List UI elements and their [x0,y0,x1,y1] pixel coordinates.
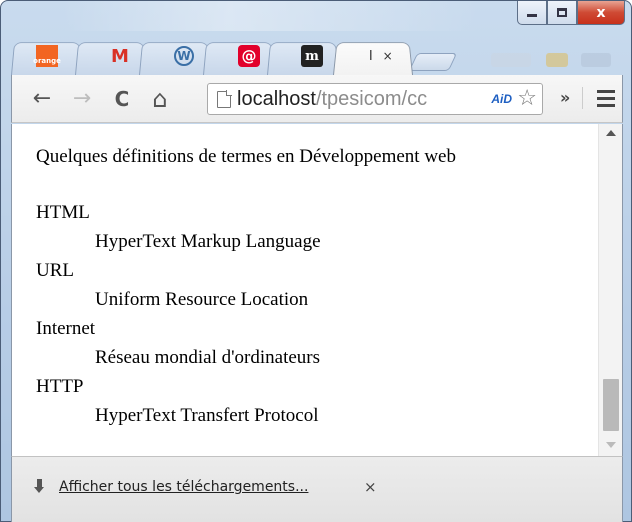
minimize-icon [527,14,537,17]
toolbar: ← → C ⌂ localhost/tpesicom/cc AiD ☆ » [11,75,623,123]
definition-term: HTML [36,202,90,223]
wordpress-icon: W [174,46,194,66]
definition-term: URL [36,260,74,281]
close-icon: x [596,4,606,21]
url-path: /tpesicom/cc [315,87,428,110]
blurred-area [581,53,611,67]
definition-term: HTTP [36,376,84,397]
orange-icon: orange [33,45,61,67]
address-bar[interactable]: localhost/tpesicom/cc AiD ☆ [207,83,543,115]
intro-text: Quelques définitions de termes en Dévelo… [36,146,456,167]
definition-description: HyperText Transfert Protocol [95,405,319,426]
forward-button[interactable]: → [66,83,98,115]
tab-close-icon[interactable]: × [383,49,393,63]
at-icon: @ [238,45,260,67]
minimize-button[interactable] [517,1,547,25]
new-tab-button[interactable] [408,53,458,71]
show-all-downloads-link[interactable]: Afficher tous les téléchargements... [59,479,308,495]
blurred-area [546,53,568,67]
title-bar [61,1,481,31]
close-window-button[interactable]: x [577,1,625,25]
definition-list: HTML HyperText Markup Language URL Unifo… [36,198,321,430]
scroll-up-icon[interactable] [606,130,616,136]
definition-term: Internet [36,318,96,339]
toolbar-divider [582,87,583,109]
definition-description: Uniform Resource Location [95,289,309,310]
back-button[interactable]: ← [26,83,58,115]
adblock-extension-icon[interactable]: AiD [489,92,512,106]
definition-description: HyperText Markup Language [95,231,321,252]
home-button[interactable]: ⌂ [144,83,176,115]
window-controls: x [517,1,625,25]
active-tab-label: l [369,48,373,64]
page-icon [217,89,232,108]
extensions-overflow-button[interactable]: » [560,88,570,107]
m-icon: m [301,45,323,67]
bookmark-star-icon[interactable]: ☆ [517,86,537,111]
maximize-button[interactable] [547,1,577,25]
scrollbar-thumb[interactable] [603,379,619,431]
page-viewport: Quelques définitions de termes en Dévelo… [11,124,623,456]
gmail-icon: M [111,45,129,67]
vertical-scrollbar[interactable] [598,124,622,456]
maximize-icon [557,8,567,17]
url-text[interactable]: localhost/tpesicom/cc [237,88,427,111]
scroll-down-icon[interactable] [606,442,616,448]
back-arrow-icon: ← [32,86,52,111]
reload-button[interactable]: C [106,83,138,115]
browser-window: x orange M W @ m l × ← → C ⌂ localhost/t… [0,0,632,522]
url-host: localhost [237,87,316,110]
tab-strip: orange M W @ m l × [11,37,621,75]
close-shelf-icon[interactable]: × [364,478,377,496]
download-shelf: Afficher tous les téléchargements... × [11,456,623,522]
reload-icon: C [114,86,130,111]
forward-arrow-icon: → [72,86,92,111]
home-icon: ⌂ [152,84,168,113]
download-icon [34,479,44,495]
menu-button[interactable] [597,90,615,111]
blurred-area [491,53,531,67]
definition-description: Réseau mondial d'ordinateurs [95,347,321,368]
